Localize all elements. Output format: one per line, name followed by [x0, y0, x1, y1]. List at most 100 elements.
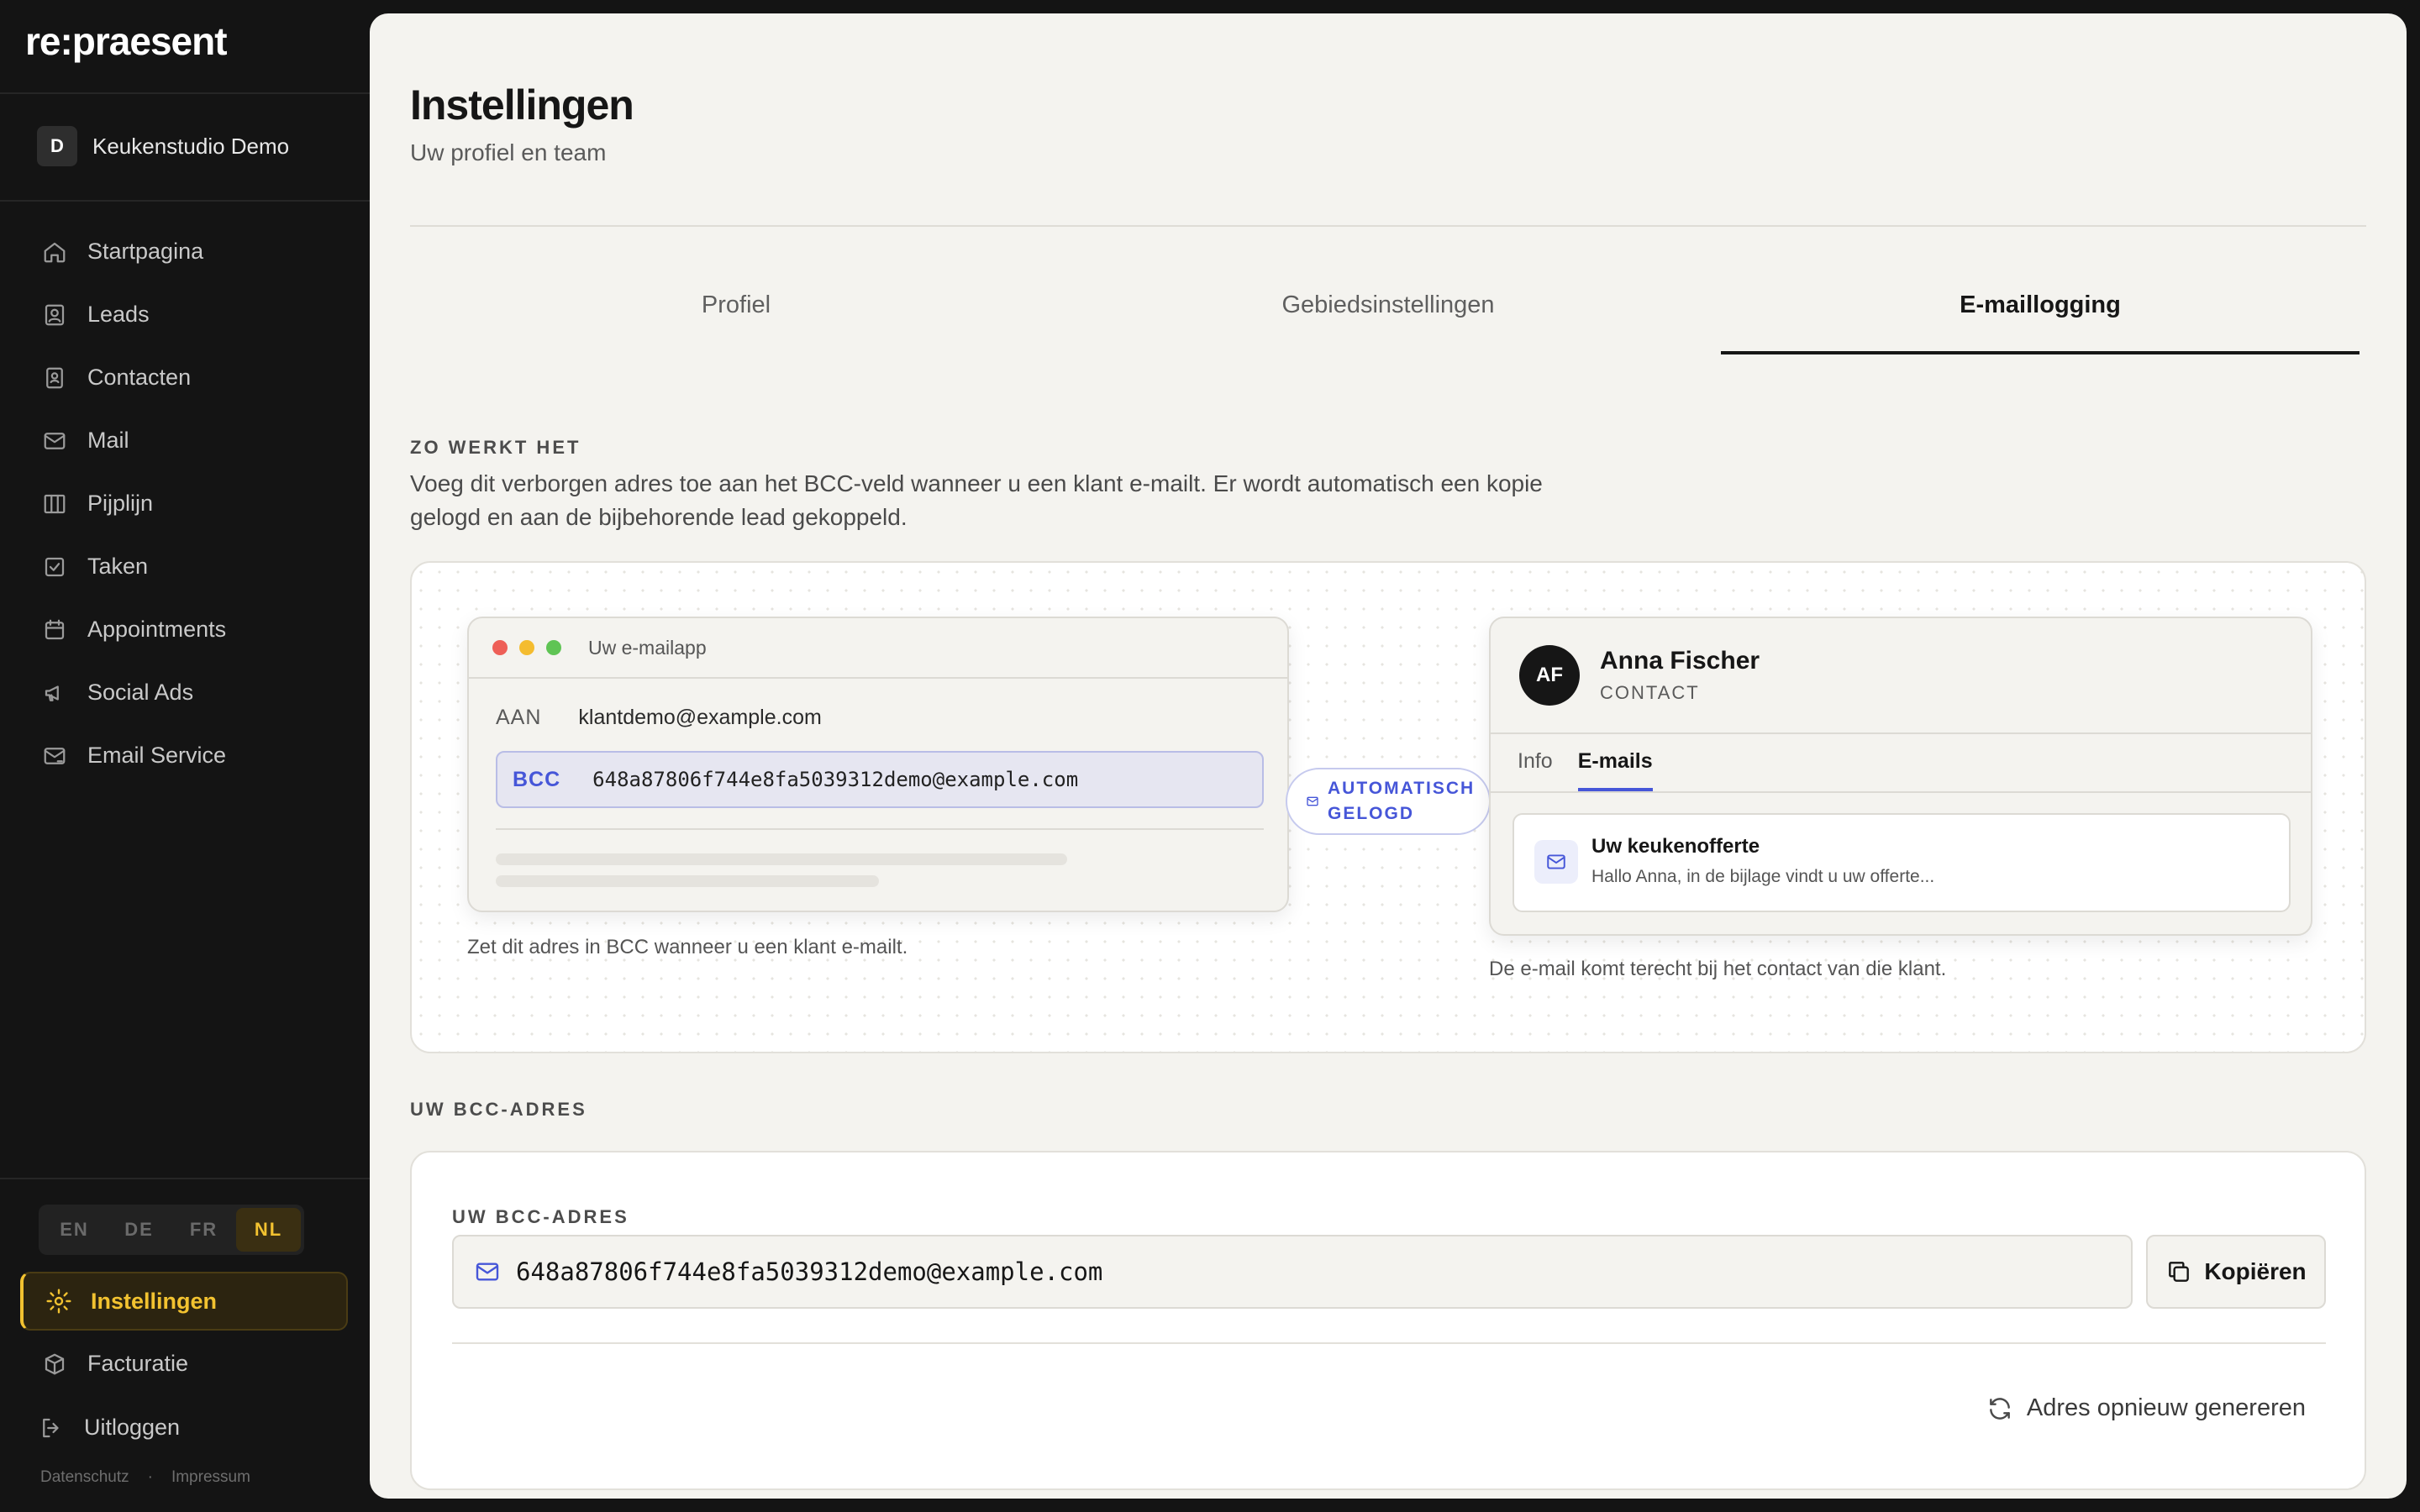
contact-divider [1491, 791, 2311, 793]
bcc-address-field[interactable]: 648a87806f744e8fa5039312demo@example.com [452, 1235, 2133, 1309]
page-title: Instellingen [410, 81, 634, 129]
app-logo[interactable]: re:praesent [25, 18, 228, 64]
to-label: AAN [496, 706, 542, 729]
mail-app-window: Uw e-mailapp AAN klantdemo@example.com B… [467, 617, 1289, 912]
tab-e-maillogging[interactable]: E-maillogging [1714, 279, 2366, 354]
minimize-dot-icon [519, 640, 534, 655]
copy-button[interactable]: Kopiëren [2146, 1235, 2326, 1309]
settings-tabs: Profiel Gebiedsinstellingen E-mailloggin… [410, 279, 2366, 354]
bcc-row: BCC 648a87806f744e8fa5039312demo@example… [496, 751, 1264, 808]
to-row: AAN klantdemo@example.com [496, 706, 822, 730]
gear-icon [46, 1289, 71, 1314]
footer-separator: · [147, 1468, 153, 1486]
contact-book-icon [40, 364, 69, 392]
nav-item-uitloggen-wrapper: Uitloggen [20, 1396, 348, 1459]
auto-logged-line2: GELOGD [1328, 804, 1415, 823]
nav-label: Instellingen [91, 1288, 218, 1314]
sidebar-divider [0, 92, 370, 94]
nav-item-instellingen[interactable]: Instellingen [20, 1272, 348, 1331]
megaphone-icon [40, 679, 69, 707]
auto-logged-text: AUTOMATISCH GELOGD [1328, 776, 1475, 827]
nav-item-pijplijn[interactable]: Pijplijn [20, 472, 350, 535]
mail-divider [496, 828, 1264, 830]
sidebar-divider [0, 200, 370, 202]
email-preview: Hallo Anna, in de bijlage vindt u uw off… [1591, 867, 1935, 886]
demo-illustration: Uw e-mailapp AAN klantdemo@example.com B… [410, 561, 2366, 1053]
bcc-address-card: UW BCC-ADRES 648a87806f744e8fa5039312dem… [410, 1151, 2366, 1490]
lang-fr[interactable]: FR [171, 1208, 236, 1252]
sidebar: re:praesent D Keukenstudio Demo Startpag… [0, 0, 370, 1512]
nav-item-contacten[interactable]: Contacten [20, 346, 350, 409]
contact-tab-info: Info [1518, 749, 1553, 773]
mail-icon [1307, 796, 1318, 806]
mail-icon [476, 1263, 499, 1281]
nav-label: Contacten [87, 365, 192, 390]
columns-icon [40, 490, 69, 518]
mail-icon [40, 427, 69, 455]
contact-name: Anna Fischer [1600, 647, 1760, 675]
user-badge-icon [40, 301, 69, 329]
tab-profiel[interactable]: Profiel [410, 279, 1062, 354]
window-titlebar: Uw e-mailapp [469, 618, 1287, 679]
nav-item-uitloggen[interactable]: Uitloggen [20, 1396, 348, 1459]
maximize-dot-icon [546, 640, 561, 655]
nav-label: Uitloggen [84, 1415, 181, 1440]
sidebar-divider [0, 1178, 370, 1179]
main-nav: Startpagina Leads Contacten Mail Pijplij… [20, 220, 350, 787]
nav-label: Pijplijn [87, 491, 154, 516]
checkbox-icon [40, 553, 69, 581]
imprint-link[interactable]: Impressum [171, 1468, 250, 1487]
contact-divider [1491, 732, 2311, 734]
how-it-works-text: Voeg dit verborgen adres toe aan het BCC… [410, 470, 1543, 530]
copy-icon [2169, 1262, 2190, 1282]
contact-card: AF Anna Fischer CONTACT Info E-mails Uw … [1489, 617, 2312, 936]
logged-email-item: Uw keukenofferte Hallo Anna, in de bijla… [1512, 813, 2291, 912]
mail-send-icon [40, 742, 69, 770]
lang-de[interactable]: DE [107, 1208, 171, 1252]
privacy-link[interactable]: Datenschutz [40, 1468, 129, 1487]
lang-en[interactable]: EN [42, 1208, 107, 1252]
nav-label: Taken [87, 554, 149, 579]
refresh-icon [1990, 1397, 2010, 1420]
workspace-switcher[interactable]: D Keukenstudio Demo [37, 126, 289, 166]
package-icon [40, 1350, 69, 1378]
close-dot-icon [492, 640, 508, 655]
tab-gebiedsinstellingen[interactable]: Gebiedsinstellingen [1062, 279, 1714, 354]
copy-button-label: Kopiëren [2204, 1258, 2307, 1284]
bcc-field-label: UW BCC-ADRES [452, 1206, 629, 1227]
window-title: Uw e-mailapp [588, 636, 707, 659]
placeholder-line [496, 853, 1067, 865]
regenerate-address-button[interactable]: Adres opnieuw genereren [1986, 1394, 2306, 1422]
envelope-icon [1534, 840, 1578, 884]
workspace-name: Keukenstudio Demo [92, 133, 290, 159]
nav-item-facturatie[interactable]: Facturatie [20, 1332, 348, 1395]
nav-item-mail[interactable]: Mail [20, 409, 350, 472]
workspace-avatar: D [37, 126, 77, 166]
nav-label: Leads [87, 302, 150, 327]
calendar-icon [40, 616, 69, 644]
nav-item-startpagina[interactable]: Startpagina [20, 220, 350, 283]
bcc-label: BCC [513, 767, 561, 791]
contact-role: CONTACT [1600, 682, 1700, 703]
nav-item-appointments[interactable]: Appointments [20, 598, 350, 661]
section-label-bcc: UW BCC-ADRES [410, 1099, 587, 1120]
auto-logged-badge: AUTOMATISCH GELOGD [1286, 768, 1491, 835]
nav-item-email-service[interactable]: Email Service [20, 724, 350, 787]
bcc-divider [452, 1342, 2326, 1344]
placeholder-line [496, 875, 879, 887]
nav-item-social-ads[interactable]: Social Ads [20, 661, 350, 724]
auto-logged-line1: AUTOMATISCH [1328, 779, 1476, 798]
nav-label: Mail [87, 428, 129, 453]
nav-item-leads[interactable]: Leads [20, 283, 350, 346]
nav-label: Appointments [87, 617, 227, 642]
to-value: klantdemo@example.com [578, 706, 822, 729]
nav-label: Social Ads [87, 680, 194, 705]
home-icon [40, 238, 69, 266]
regenerate-label: Adres opnieuw genereren [2026, 1394, 2306, 1421]
logout-icon [37, 1414, 66, 1442]
contact-tabs: Info E-mails [1518, 749, 1653, 791]
contact-avatar: AF [1519, 645, 1580, 706]
contact-caption: De e-mail komt terecht bij het contact v… [1489, 958, 1947, 980]
nav-item-taken[interactable]: Taken [20, 535, 350, 598]
lang-nl[interactable]: NL [236, 1208, 301, 1252]
